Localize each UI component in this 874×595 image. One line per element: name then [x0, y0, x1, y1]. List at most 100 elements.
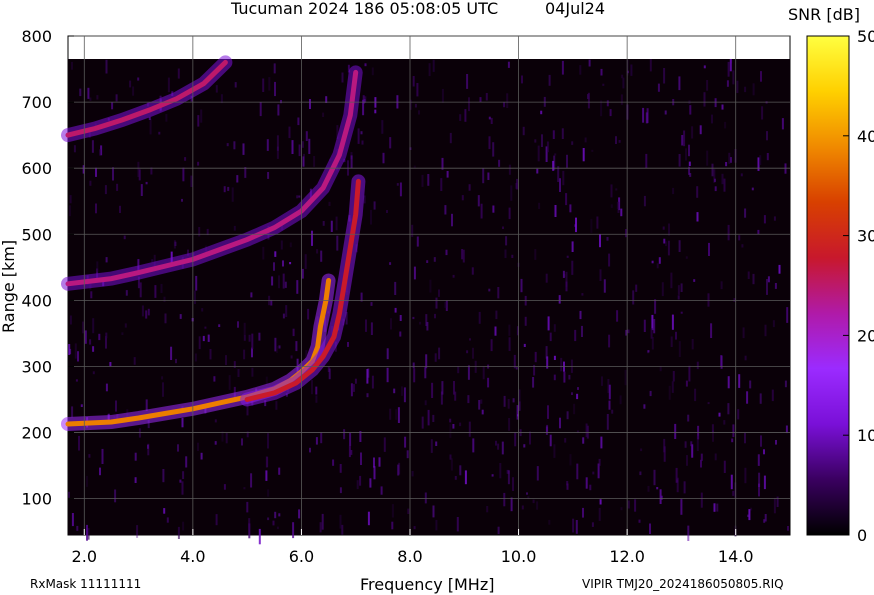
noise-cell [738, 235, 741, 241]
noise-cell [349, 432, 352, 446]
noise-cell [233, 361, 236, 368]
noise-cell [96, 261, 99, 272]
noise-cell [322, 112, 325, 117]
noise-cell [620, 208, 623, 217]
noise-cell [336, 235, 339, 251]
noise-cell [471, 267, 474, 275]
noise-cell [99, 149, 101, 156]
noise-cell [233, 141, 236, 150]
colorbar-tick-label: 0 [857, 526, 867, 545]
noise-cell [386, 348, 389, 360]
noise-cell [416, 236, 419, 247]
noise-cell [691, 339, 694, 350]
noise-cell [115, 400, 117, 412]
noise-cell [382, 152, 385, 164]
noise-cell [732, 490, 735, 496]
noise-cell [559, 178, 561, 192]
noise-cell [174, 241, 177, 246]
noise-cell [393, 388, 396, 394]
noise-cell [565, 193, 568, 206]
noise-cell [289, 262, 292, 265]
noise-cell [560, 357, 563, 372]
noise-cell [125, 290, 128, 296]
noise-cell [508, 207, 511, 220]
noise-cell [576, 393, 579, 400]
noise-cell [512, 477, 514, 491]
noise-cell [109, 362, 112, 367]
noise-cell [354, 378, 357, 384]
noise-cell [274, 251, 277, 257]
noise-cell [69, 315, 72, 325]
noise-cell [521, 505, 524, 510]
y-axis-ticks: 100 200 300 400 500 600 700 800 [21, 27, 74, 509]
noise-cell [280, 240, 283, 250]
noise-cell [213, 376, 216, 382]
noise-cell [515, 367, 518, 370]
noise-cell [700, 492, 703, 508]
noise-cell [267, 489, 270, 497]
noise-cell [412, 316, 415, 320]
noise-cell [760, 71, 762, 82]
noise-cell [456, 517, 459, 532]
noise-cell [398, 462, 401, 475]
noise-cell [71, 61, 73, 70]
noise-cell [389, 408, 392, 420]
noise-cell [523, 444, 526, 448]
noise-cell [163, 508, 166, 514]
noise-cell [582, 148, 585, 162]
noise-cell [589, 484, 592, 491]
noise-cell [738, 374, 741, 388]
noise-cell [662, 226, 665, 230]
noise-cell [84, 330, 87, 344]
noise-cell [335, 216, 338, 231]
noise-cell [610, 204, 613, 208]
noise-cell [468, 97, 470, 112]
noise-cell [479, 97, 482, 103]
noise-cell [231, 187, 234, 202]
noise-cell [147, 443, 150, 456]
noise-cell [577, 387, 579, 390]
noise-cell [610, 184, 613, 198]
noise-cell [243, 487, 246, 490]
noise-cell [200, 452, 203, 460]
noise-cell [587, 92, 590, 109]
noise-cell [98, 333, 101, 341]
noise-cell [553, 374, 556, 381]
noise-cell [461, 195, 464, 201]
noise-cell [647, 485, 650, 492]
noise-cell [586, 425, 589, 439]
noise-cell [309, 99, 311, 109]
noise-cell [194, 290, 196, 304]
noise-cell [95, 203, 97, 214]
noise-cell [549, 434, 552, 447]
noise-cell [601, 376, 603, 386]
noise-cell [565, 281, 568, 292]
noise-cell [721, 104, 724, 110]
noise-cell [522, 126, 525, 136]
noise-cell [510, 185, 513, 201]
noise-cell [248, 334, 251, 342]
noise-cell [278, 467, 281, 475]
noise-cell [609, 109, 612, 117]
noise-cell [685, 380, 688, 387]
noise-cell [508, 418, 511, 431]
noise-cell [311, 379, 313, 395]
noise-cell [651, 337, 654, 350]
noise-cell [696, 435, 699, 451]
noise-cell [711, 163, 714, 177]
noise-cell [488, 136, 491, 150]
noise-cell [209, 349, 212, 360]
x-tick-label: 12.0 [609, 547, 645, 566]
noise-cell [332, 459, 335, 466]
noise-cell [428, 63, 431, 77]
noise-cell [541, 134, 543, 147]
noise-cell [303, 153, 305, 157]
noise-cell [320, 432, 323, 444]
noise-cell [91, 140, 94, 153]
noise-cell [225, 432, 228, 444]
noise-cell [80, 404, 83, 407]
noise-cell [732, 70, 735, 85]
noise-cell [680, 311, 683, 314]
noise-cell [151, 259, 154, 263]
noise-cell [389, 262, 392, 265]
